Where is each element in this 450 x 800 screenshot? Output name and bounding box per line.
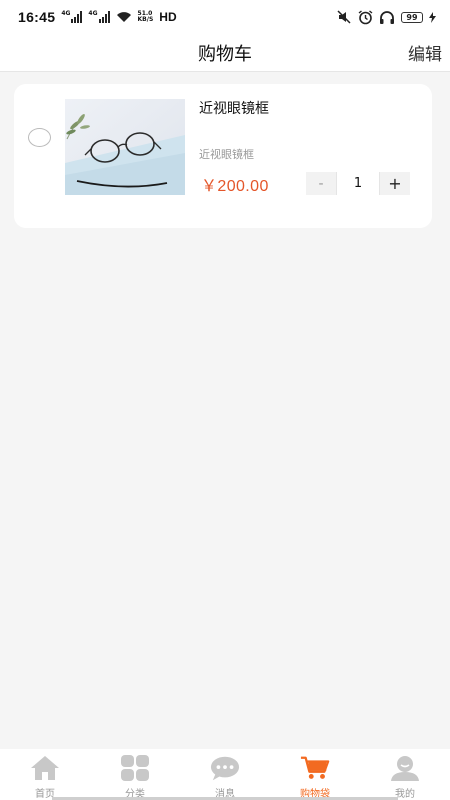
status-right: 99 <box>336 9 436 25</box>
product-name[interactable]: 近视眼镜框 <box>199 98 269 118</box>
cart-icon <box>300 755 330 781</box>
status-time: 16:45 <box>18 9 56 25</box>
network-speed: 51.0 KB/S <box>138 11 154 23</box>
charging-icon <box>429 11 436 23</box>
wifi-icon <box>116 12 131 22</box>
product-image[interactable] <box>65 99 185 195</box>
select-item-checkbox[interactable] <box>28 128 51 147</box>
battery-icon: 99 <box>401 11 423 23</box>
message-icon <box>210 755 240 781</box>
quantity-value[interactable]: 1 <box>336 172 380 195</box>
page-title: 购物车 <box>198 43 252 65</box>
tab-message[interactable]: 消息 <box>180 749 270 800</box>
cart-item-card: 近视眼镜框 近视眼镜框 ￥200.00 - 1 + <box>14 84 432 228</box>
profile-icon <box>390 755 420 781</box>
home-icon <box>30 755 60 781</box>
page-header: 购物车 编辑 <box>0 34 450 72</box>
product-spec: 近视眼镜框 <box>199 148 254 161</box>
mute-icon <box>337 10 351 24</box>
screen: 16:45 4G 4G 51.0 KB/S HD 99 购物车 编辑 近视眼镜框… <box>0 0 450 800</box>
signal-1-icon: 4G <box>61 10 83 23</box>
status-bar: 16:45 4G 4G 51.0 KB/S HD 99 <box>0 0 450 34</box>
network-speed-unit: KB/S <box>137 16 154 23</box>
signal-2-icon: 4G <box>88 10 110 23</box>
signal-2-tag: 4G <box>88 10 98 17</box>
bottom-tab-bar: 首页 分类 消息 购物袋 我的 <box>0 749 450 800</box>
signal-1-tag: 4G <box>61 10 71 17</box>
increase-quantity-button[interactable]: + <box>380 172 410 195</box>
product-price: ￥200.00 <box>201 178 269 195</box>
status-left: 16:45 4G 4G 51.0 KB/S HD <box>18 9 177 25</box>
quantity-stepper: - 1 + <box>306 172 410 195</box>
alarm-icon <box>358 9 373 24</box>
tab-home[interactable]: 首页 <box>0 749 90 800</box>
headphones-icon <box>380 10 394 24</box>
tab-category[interactable]: 分类 <box>90 749 180 800</box>
hd-label: HD <box>159 10 177 24</box>
tab-profile-label: 我的 <box>395 789 415 800</box>
category-icon <box>120 755 150 781</box>
glasses-photo <box>65 99 185 195</box>
tab-profile[interactable]: 我的 <box>360 749 450 800</box>
tab-cart[interactable]: 购物袋 <box>270 749 360 800</box>
decrease-quantity-button[interactable]: - <box>306 172 336 195</box>
edit-button[interactable]: 编辑 <box>408 40 442 65</box>
